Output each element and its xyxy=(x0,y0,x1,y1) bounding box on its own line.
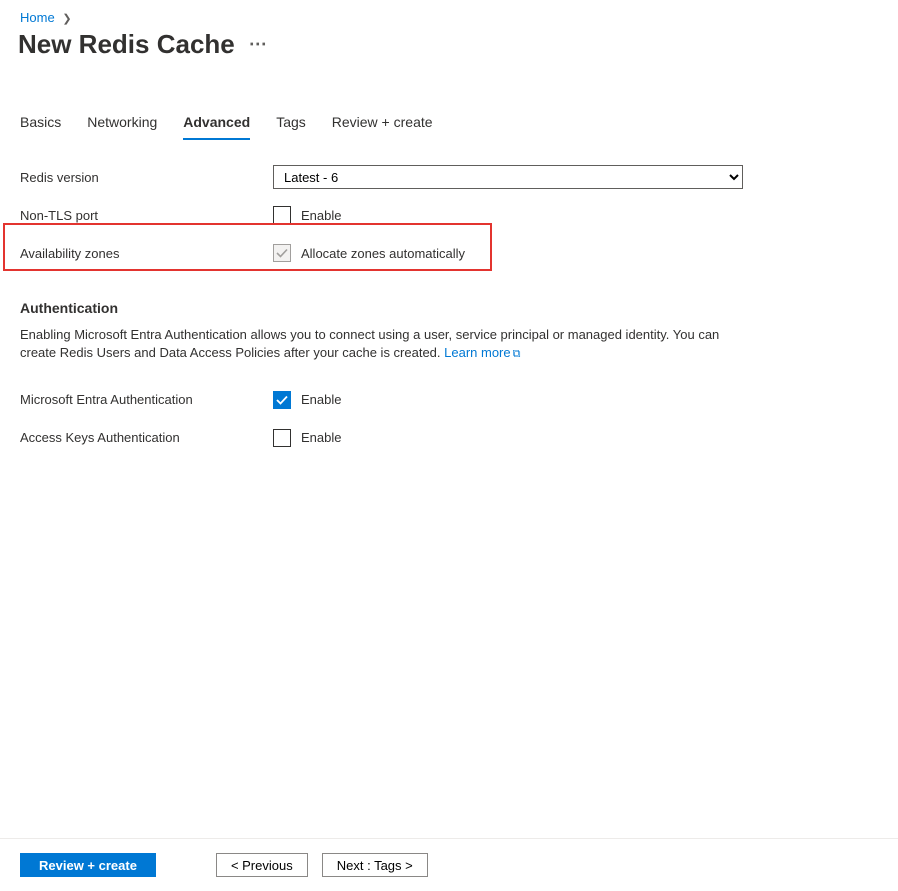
previous-button[interactable]: < Previous xyxy=(216,853,308,877)
accesskeys-auth-checkbox-label: Enable xyxy=(301,430,341,445)
checkmark-icon xyxy=(276,394,288,406)
redis-version-select[interactable]: Latest - 6 xyxy=(273,165,743,189)
redis-version-label: Redis version xyxy=(20,170,273,185)
tabs: Basics Networking Advanced Tags Review +… xyxy=(20,114,898,140)
availability-zones-checkbox xyxy=(273,244,291,262)
breadcrumb-home[interactable]: Home xyxy=(20,10,55,25)
nontls-checkbox[interactable] xyxy=(273,206,291,224)
nontls-label: Non-TLS port xyxy=(20,208,273,223)
tab-advanced[interactable]: Advanced xyxy=(183,114,250,140)
nontls-checkbox-label: Enable xyxy=(301,208,341,223)
tab-basics[interactable]: Basics xyxy=(20,114,61,140)
footer: Review + create < Previous Next : Tags > xyxy=(0,838,898,891)
availability-zones-checkbox-label: Allocate zones automatically xyxy=(301,246,465,261)
chevron-right-icon: ❯ xyxy=(62,13,71,25)
checkmark-icon xyxy=(276,247,288,259)
more-actions-icon[interactable]: ⋯ xyxy=(249,34,268,55)
entra-auth-checkbox-label: Enable xyxy=(301,392,341,407)
availability-zones-label: Availability zones xyxy=(20,246,273,261)
authentication-description-text: Enabling Microsoft Entra Authentication … xyxy=(20,327,719,360)
tab-networking[interactable]: Networking xyxy=(87,114,157,140)
entra-auth-label: Microsoft Entra Authentication xyxy=(20,392,273,407)
entra-auth-checkbox[interactable] xyxy=(273,391,291,409)
authentication-heading: Authentication xyxy=(20,300,878,316)
authentication-description: Enabling Microsoft Entra Authentication … xyxy=(20,326,740,363)
accesskeys-auth-label: Access Keys Authentication xyxy=(20,430,273,445)
next-button[interactable]: Next : Tags > xyxy=(322,853,428,877)
breadcrumb: Home ❯ xyxy=(0,0,898,25)
tab-review[interactable]: Review + create xyxy=(332,114,433,140)
learn-more-link[interactable]: Learn more⧉ xyxy=(444,345,520,360)
external-link-icon: ⧉ xyxy=(513,348,521,360)
tab-tags[interactable]: Tags xyxy=(276,114,306,140)
accesskeys-auth-checkbox[interactable] xyxy=(273,429,291,447)
page-title: New Redis Cache ⋯ xyxy=(0,25,898,60)
page-title-text: New Redis Cache xyxy=(18,29,235,60)
review-create-button[interactable]: Review + create xyxy=(20,853,156,877)
